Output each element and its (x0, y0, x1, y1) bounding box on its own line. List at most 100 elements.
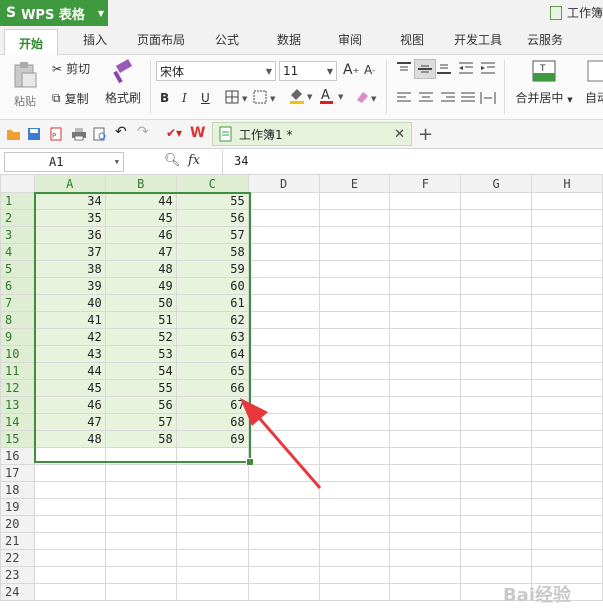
print-icon[interactable] (71, 127, 87, 144)
cell[interactable]: 45 (104, 209, 177, 227)
cell[interactable] (104, 583, 177, 601)
paste-button[interactable]: 粘贴 (8, 61, 42, 109)
align-center-icon[interactable] (418, 91, 434, 105)
cell[interactable]: 47 (33, 413, 106, 431)
cell[interactable]: 54 (104, 362, 177, 380)
cell[interactable]: 60 (175, 277, 249, 295)
cell[interactable]: 58 (104, 430, 177, 448)
cell[interactable] (247, 345, 320, 363)
cell[interactable] (247, 515, 320, 533)
export-pdf-icon[interactable]: P (49, 127, 63, 144)
tab-developer[interactable]: 开发工具 (454, 31, 502, 48)
row-header[interactable]: 15 (0, 430, 35, 448)
cell[interactable]: 49 (104, 277, 177, 295)
cell[interactable]: 55 (175, 192, 249, 210)
cell[interactable] (247, 498, 320, 516)
cell[interactable] (247, 311, 320, 329)
cell[interactable] (247, 192, 320, 210)
cell[interactable] (460, 430, 533, 448)
close-icon[interactable]: ✕ (394, 127, 405, 142)
cell[interactable] (389, 192, 462, 210)
cell[interactable]: 67 (175, 396, 249, 414)
font-name-select[interactable]: 宋体 ▼ (156, 61, 276, 81)
cell[interactable] (531, 413, 603, 431)
cell[interactable] (531, 498, 603, 516)
cell[interactable]: 42 (33, 328, 106, 346)
cell[interactable] (460, 260, 533, 278)
tab-insert[interactable]: 插入 (83, 31, 107, 48)
cell[interactable] (531, 447, 603, 465)
cell[interactable] (460, 515, 533, 533)
new-tab-plus-icon[interactable]: + (418, 124, 433, 145)
cell[interactable] (247, 226, 320, 244)
cell[interactable] (247, 549, 320, 567)
cell[interactable] (318, 192, 391, 210)
cell[interactable] (460, 362, 533, 380)
customize-icon[interactable]: ✔▾ (166, 126, 182, 140)
wrap-text-button[interactable]: 自动 (582, 59, 603, 106)
cell[interactable] (104, 515, 177, 533)
cell[interactable]: 68 (175, 413, 249, 431)
cell[interactable]: 56 (175, 209, 249, 227)
cell[interactable] (247, 328, 320, 346)
cell[interactable] (389, 226, 462, 244)
fill-handle[interactable] (246, 458, 254, 466)
cell[interactable] (531, 532, 603, 550)
cell[interactable] (104, 447, 177, 465)
column-header[interactable]: D (247, 174, 320, 193)
cell[interactable]: 43 (33, 345, 106, 363)
cell[interactable]: 38 (33, 260, 106, 278)
cell[interactable] (247, 481, 320, 499)
cell[interactable]: 44 (104, 192, 177, 210)
cell[interactable]: 46 (33, 396, 106, 414)
cell[interactable] (247, 430, 320, 448)
distributed-icon[interactable] (480, 91, 496, 105)
row-header[interactable]: 10 (0, 345, 35, 363)
cell[interactable] (33, 498, 106, 516)
cell[interactable] (247, 447, 320, 465)
wps-cloud-icon[interactable]: W (190, 125, 205, 141)
undo-icon[interactable]: ↶ (115, 124, 127, 140)
cell[interactable]: 62 (175, 311, 249, 329)
cell[interactable] (247, 277, 320, 295)
cell[interactable]: 55 (104, 379, 177, 397)
save-icon[interactable] (27, 127, 41, 144)
cell[interactable] (318, 481, 391, 499)
underline-icon[interactable]: U (201, 91, 210, 105)
column-header[interactable]: H (531, 174, 603, 193)
tab-cloud-services[interactable]: 云服务 (527, 31, 563, 48)
cell[interactable] (33, 566, 106, 584)
cell[interactable] (389, 515, 462, 533)
cell[interactable]: 63 (175, 328, 249, 346)
cell[interactable] (247, 209, 320, 227)
wps-menu-button[interactable]: S WPS 表格 ▼ (0, 0, 108, 26)
cell[interactable] (175, 583, 249, 601)
merge-center-button[interactable]: T 合并居中 ▼ (512, 59, 576, 106)
cell[interactable] (460, 345, 533, 363)
name-box[interactable]: A1 ▼ (4, 152, 124, 172)
bold-icon[interactable]: B (160, 91, 169, 105)
tab-home[interactable]: 开始 (4, 29, 59, 56)
cell[interactable] (175, 481, 249, 499)
cell[interactable] (531, 481, 603, 499)
document-tab[interactable]: 工作簿1 * ✕ (212, 122, 412, 146)
column-header[interactable]: G (460, 174, 533, 193)
cell[interactable]: 37 (33, 243, 106, 261)
cell[interactable]: 50 (104, 294, 177, 312)
cell[interactable] (389, 481, 462, 499)
cell[interactable] (389, 260, 462, 278)
cell[interactable] (318, 277, 391, 295)
cell[interactable]: 36 (33, 226, 106, 244)
cell[interactable] (531, 277, 603, 295)
cell[interactable] (460, 379, 533, 397)
cell[interactable] (389, 396, 462, 414)
cell[interactable] (389, 243, 462, 261)
cell[interactable] (104, 532, 177, 550)
cell[interactable] (389, 532, 462, 550)
formula-input[interactable]: 34 (234, 154, 248, 168)
cell[interactable] (531, 260, 603, 278)
cell[interactable] (389, 549, 462, 567)
row-header[interactable]: 9 (0, 328, 35, 346)
row-header[interactable]: 1 (0, 192, 35, 210)
cell[interactable] (389, 413, 462, 431)
